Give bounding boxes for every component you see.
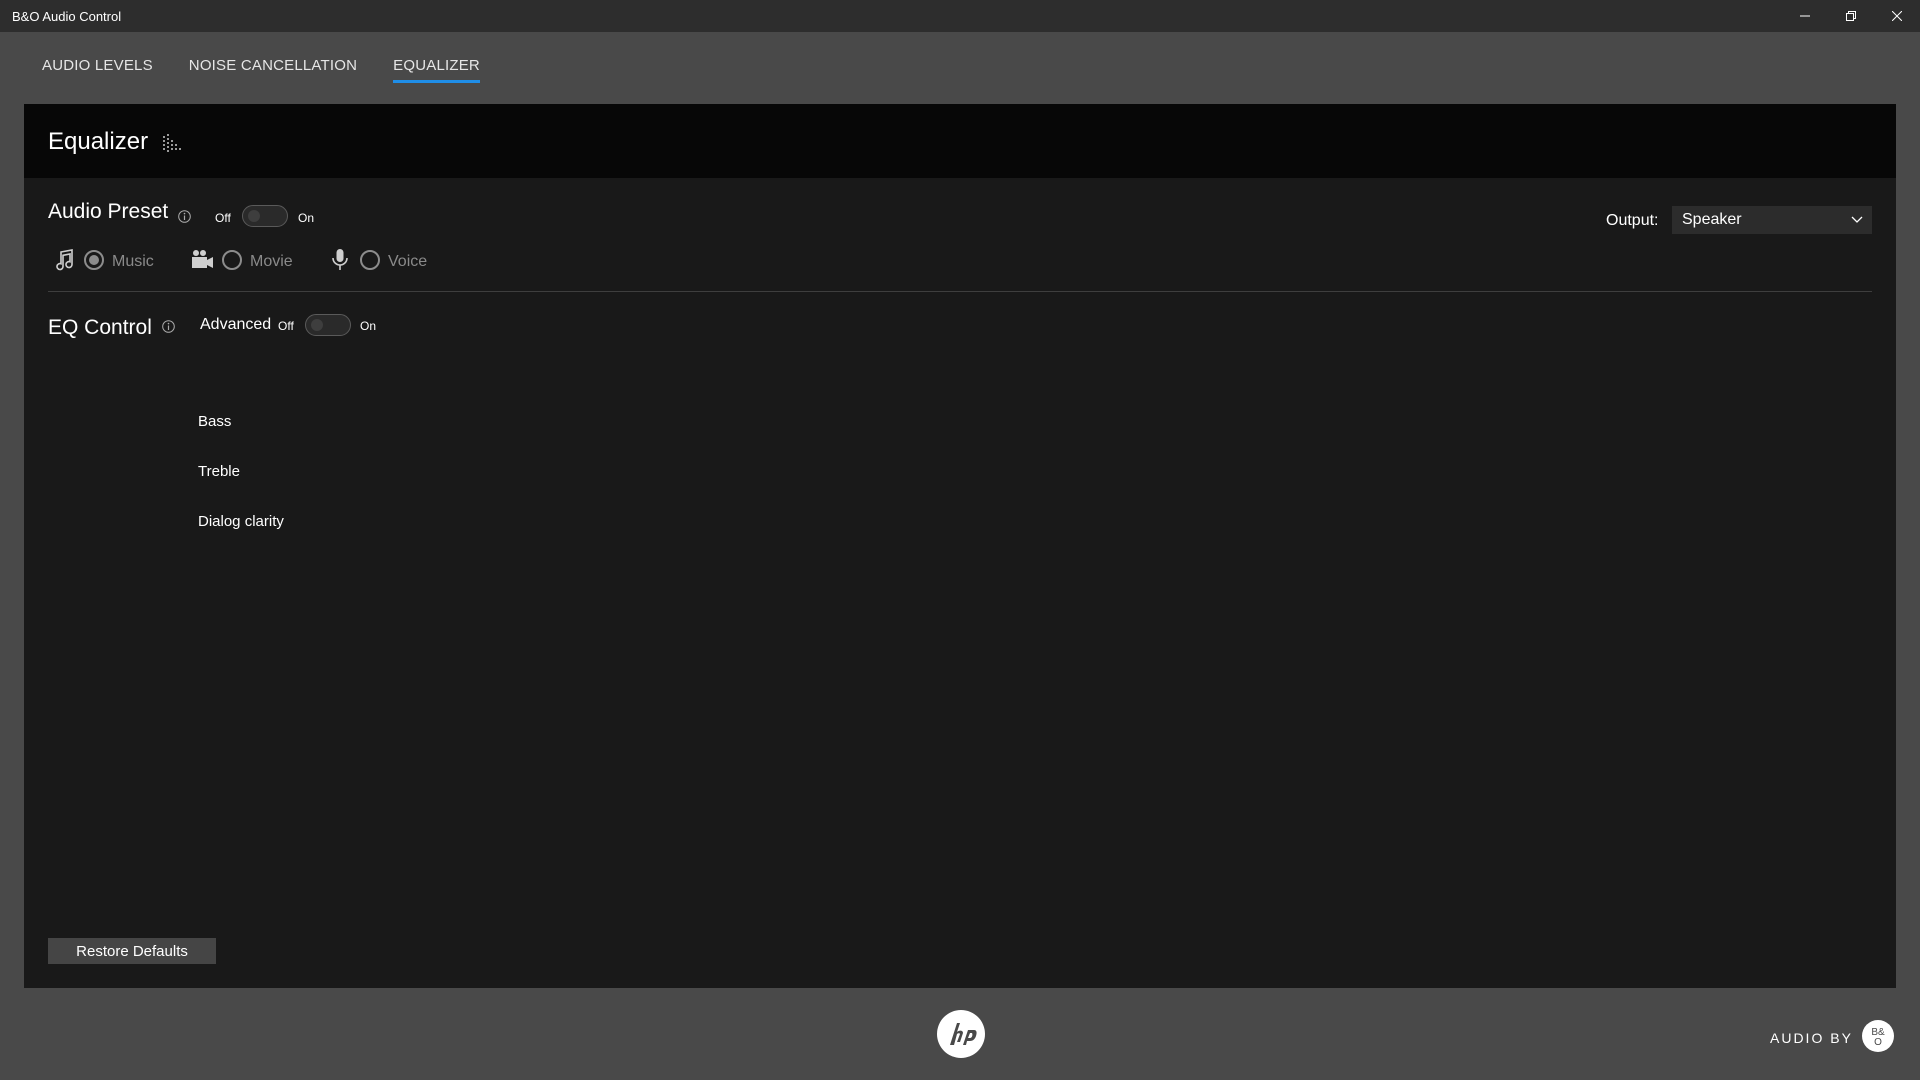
- movie-camera-icon: [192, 250, 213, 268]
- svg-text:O: O: [1874, 1037, 1882, 1048]
- microphone-icon: [332, 249, 348, 270]
- output-dropdown[interactable]: Speaker: [1672, 206, 1872, 234]
- advanced-label: Advanced: [200, 316, 272, 333]
- eq-toggle-off-label: Off: [278, 319, 294, 333]
- chevron-down-icon: [1851, 216, 1863, 223]
- eq-toggle-on-label: On: [360, 319, 377, 333]
- page-title: Equalizer: [48, 128, 149, 155]
- tab-noise-cancellation[interactable]: NOISE CANCELLATION: [189, 56, 357, 86]
- treble-label: Treble: [198, 463, 240, 480]
- voice-radio[interactable]: [360, 250, 380, 270]
- equalizer-panel: Equalizer Audio Preset Off On Music Movi…: [24, 104, 1896, 988]
- audio-preset-toggle[interactable]: [242, 205, 288, 227]
- toggle-knob: [248, 210, 260, 222]
- eq-control-title: EQ Control: [48, 316, 152, 339]
- advanced-toggle[interactable]: [305, 314, 351, 336]
- audio-preset-title: Audio Preset: [48, 200, 169, 223]
- dialog-clarity-label: Dialog clarity: [198, 513, 284, 530]
- toggle-knob: [311, 319, 323, 331]
- panel-header: Equalizer: [24, 104, 1896, 178]
- eq-control-info-icon[interactable]: [162, 320, 175, 333]
- output-label: Output:: [1606, 212, 1659, 229]
- tab-bar: AUDIO LEVELS NOISE CANCELLATION EQUALIZE…: [42, 56, 516, 86]
- preset-toggle-on-label: On: [298, 211, 315, 225]
- title-bar: B&O Audio Control: [0, 0, 1920, 32]
- bass-label: Bass: [198, 413, 232, 430]
- window-controls: [1782, 0, 1920, 32]
- close-icon: [1892, 11, 1902, 21]
- music-radio[interactable]: [84, 250, 104, 270]
- tab-audio-levels[interactable]: AUDIO LEVELS: [42, 56, 153, 86]
- minimize-button[interactable]: [1782, 0, 1828, 32]
- app-title: B&O Audio Control: [12, 8, 122, 24]
- hp-logo: [937, 1010, 985, 1058]
- section-divider: [48, 291, 1872, 292]
- output-selected-value: Speaker: [1682, 211, 1742, 228]
- movie-radio[interactable]: [222, 250, 242, 270]
- movie-label[interactable]: Movie: [250, 253, 293, 271]
- preset-toggle-off-label: Off: [215, 211, 231, 225]
- restore-defaults-button[interactable]: Restore Defaults: [48, 938, 216, 964]
- voice-label[interactable]: Voice: [388, 253, 427, 271]
- restore-icon: [1846, 11, 1856, 21]
- audio-preset-info-icon[interactable]: [178, 210, 191, 223]
- equalizer-icon: [163, 134, 181, 152]
- minimize-icon: [1800, 15, 1810, 17]
- music-label[interactable]: Music: [112, 253, 154, 271]
- audio-by-label: AUDIO BY: [1770, 1030, 1853, 1046]
- bang-olufsen-logo: B& O: [1862, 1020, 1894, 1052]
- close-button[interactable]: [1874, 0, 1920, 32]
- music-note-icon: [56, 249, 73, 271]
- restore-button[interactable]: [1828, 0, 1874, 32]
- tab-equalizer[interactable]: EQUALIZER: [393, 56, 480, 86]
